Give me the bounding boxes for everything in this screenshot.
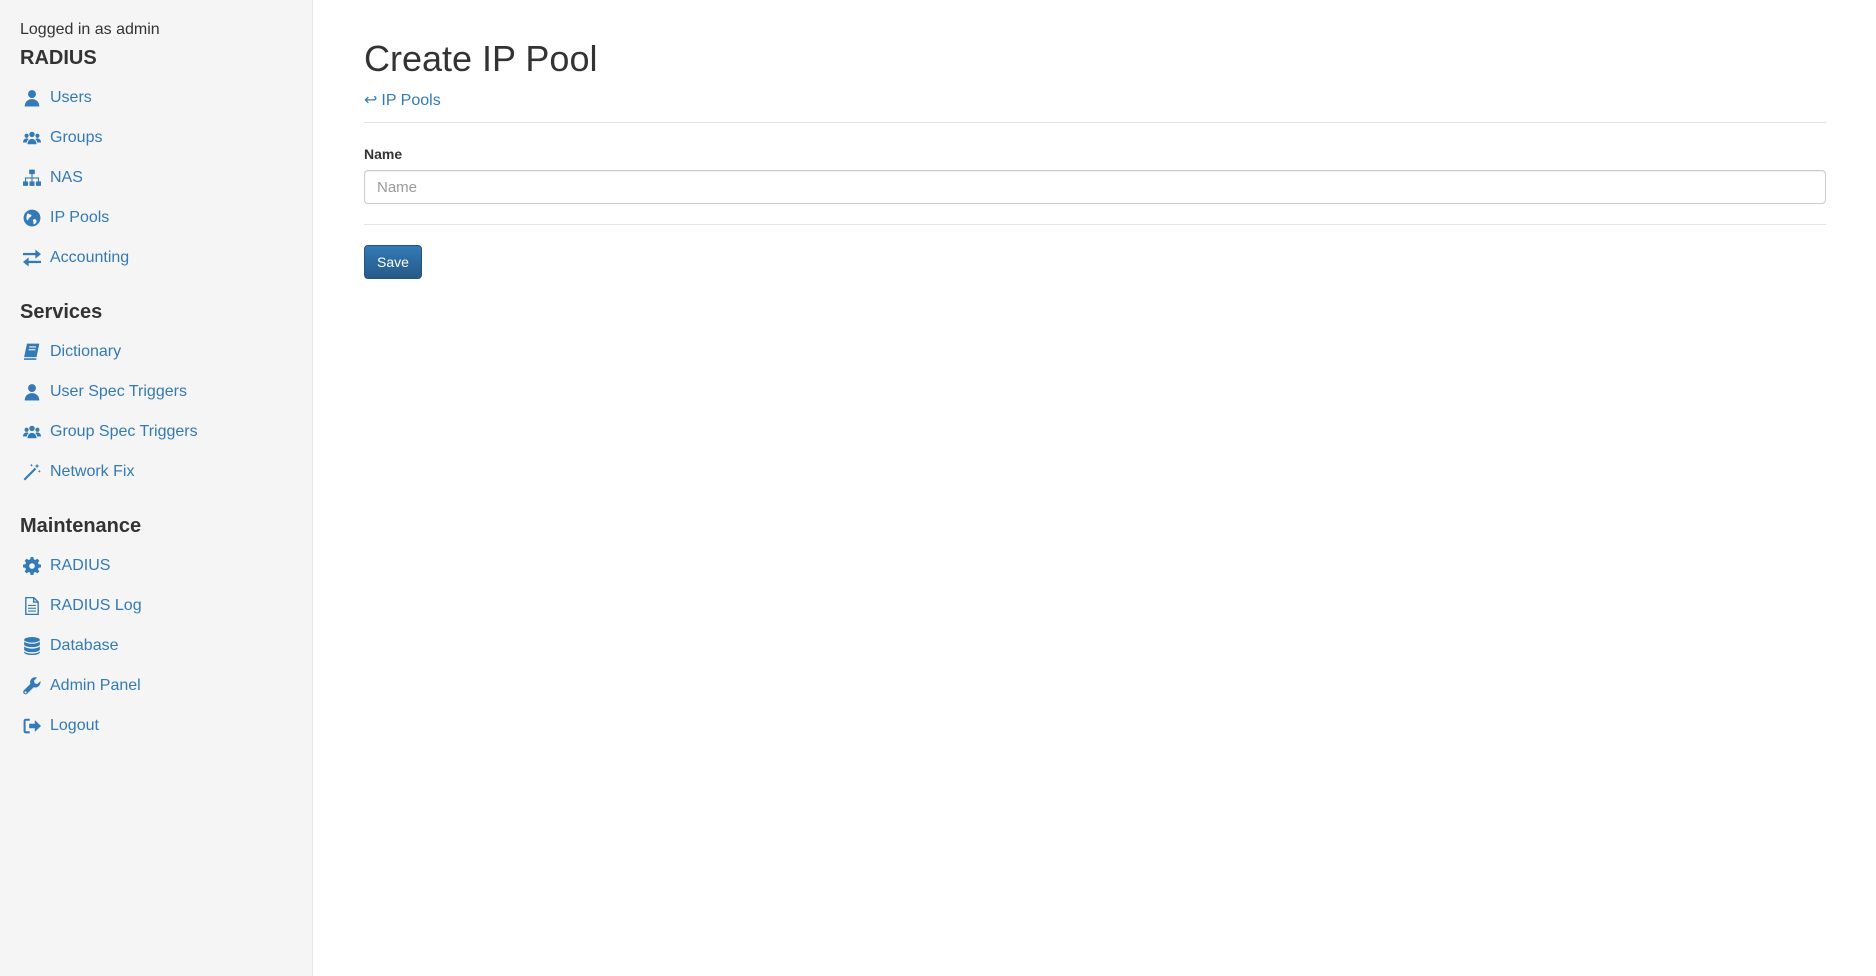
divider-top [364,122,1826,123]
sidebar-item-user-spec-triggers[interactable]: User Spec Triggers [20,372,292,412]
sidebar-item-label: Accounting [50,249,130,266]
return-arrow-icon: ↩ [364,92,378,109]
ip-pool-form: Name Save [364,146,1826,279]
sidebar-item-label: User Spec Triggers [50,383,187,400]
main-content: Create IP Pool ↩IP Pools Name Save [364,0,1826,279]
sidebar-item-dictionary[interactable]: Dictionary [20,332,292,372]
sidebar-item-network-fix[interactable]: Network Fix [20,452,292,492]
nav-list-services: Dictionary User Spec Triggers Group Spec… [20,332,292,492]
sitemap-icon [22,168,42,188]
sidebar-item-label: NAS [50,169,83,186]
magic-wand-icon [22,462,42,482]
sidebar: Logged in as admin RADIUS Users Groups N… [0,0,313,976]
section-title-radius: RADIUS [20,47,97,69]
save-button[interactable]: Save [364,245,422,279]
sidebar-item-label: RADIUS [50,557,111,574]
back-link-label: IP Pools [381,92,441,109]
divider-bottom [364,224,1826,225]
exchange-icon [22,248,42,268]
section-title-services: Services [20,301,103,323]
sidebar-item-accounting[interactable]: Accounting [20,238,292,278]
sidebar-item-label: Admin Panel [50,677,141,694]
sidebar-item-radius[interactable]: RADIUS [20,546,292,586]
book-icon [22,342,42,362]
wrench-icon [22,676,42,696]
nav-list-radius: Users Groups NAS IP Pools Accounting [20,78,292,278]
sidebar-item-label: Group Spec Triggers [50,423,198,440]
user-icon [22,88,42,108]
sidebar-item-label: RADIUS Log [50,597,142,614]
sidebar-item-label: Logout [50,717,99,734]
name-input[interactable] [364,170,1826,204]
sidebar-item-label: Dictionary [50,343,122,360]
page-title: Create IP Pool [364,38,598,79]
globe-icon [22,208,42,228]
sidebar-item-label: Database [50,637,119,654]
sidebar-item-label: Network Fix [50,463,135,480]
gear-icon [22,556,42,576]
sidebar-item-logout[interactable]: Logout [20,706,292,746]
sign-out-icon [22,716,42,736]
sidebar-item-group-spec-triggers[interactable]: Group Spec Triggers [20,412,292,452]
sidebar-item-admin-panel[interactable]: Admin Panel [20,666,292,706]
users-icon [22,422,42,442]
file-text-icon [22,596,42,616]
user-icon [22,382,42,402]
name-label: Name [364,146,403,162]
section-title-maintenance: Maintenance [20,515,142,537]
back-link-ip-pools[interactable]: ↩ IP Pools [364,90,441,110]
sidebar-item-label: IP Pools [50,209,110,226]
sidebar-item-database[interactable]: Database [20,626,292,666]
sidebar-item-users[interactable]: Users [20,78,292,118]
sidebar-item-groups[interactable]: Groups [20,118,292,158]
users-icon [22,128,42,148]
sidebar-item-label: Groups [50,129,103,146]
sidebar-item-radius-log[interactable]: RADIUS Log [20,586,292,626]
sidebar-item-label: Users [50,89,92,106]
sidebar-item-ip-pools[interactable]: IP Pools [20,198,292,238]
logged-in-status: Logged in as admin [20,21,160,38]
sidebar-item-nas[interactable]: NAS [20,158,292,198]
database-icon [22,636,42,656]
nav-list-maintenance: RADIUS RADIUS Log Database Admin Panel L… [20,546,292,746]
